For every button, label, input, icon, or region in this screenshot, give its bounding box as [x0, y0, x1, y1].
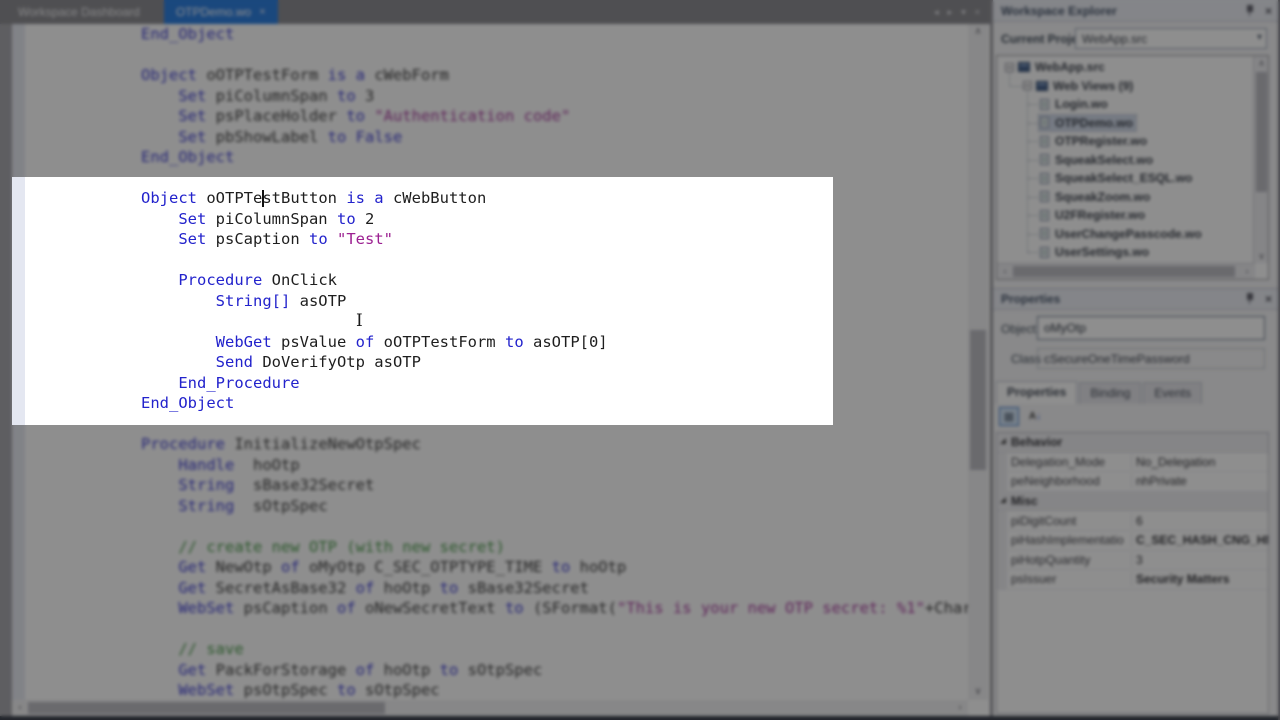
code-line[interactable]: End_Object: [141, 393, 833, 414]
code-line[interactable]: WebGet psValue of oOTPTestForm to asOTP[…: [141, 332, 833, 353]
highlighted-code-region: Object oOTPTestButton is a cWebButton Se…: [12, 177, 833, 425]
code-line[interactable]: Set piColumnSpan to 2: [141, 209, 833, 230]
code-line[interactable]: Set psCaption to "Test": [141, 229, 833, 250]
code-line[interactable]: End_Procedure: [141, 373, 833, 394]
code-line[interactable]: String[] asOTP: [141, 291, 833, 312]
code-line[interactable]: [141, 250, 833, 271]
text-caret: [262, 190, 264, 207]
code-area[interactable]: Object oOTPTestButton is a cWebButton Se…: [29, 188, 833, 414]
code-line[interactable]: Send DoVerifyOtp asOTP: [141, 352, 833, 373]
mouse-ibeam-cursor: I: [356, 313, 363, 330]
code-line[interactable]: [141, 311, 833, 332]
editor-gutter: [12, 177, 25, 425]
code-line[interactable]: Procedure OnClick: [141, 270, 833, 291]
dataflex-studio-window: Workspace Dashboard OTPDemo.wo × ◂ ▸ ▾ ×…: [0, 0, 1280, 720]
code-line[interactable]: Object oOTPTestButton is a cWebButton: [141, 188, 833, 209]
